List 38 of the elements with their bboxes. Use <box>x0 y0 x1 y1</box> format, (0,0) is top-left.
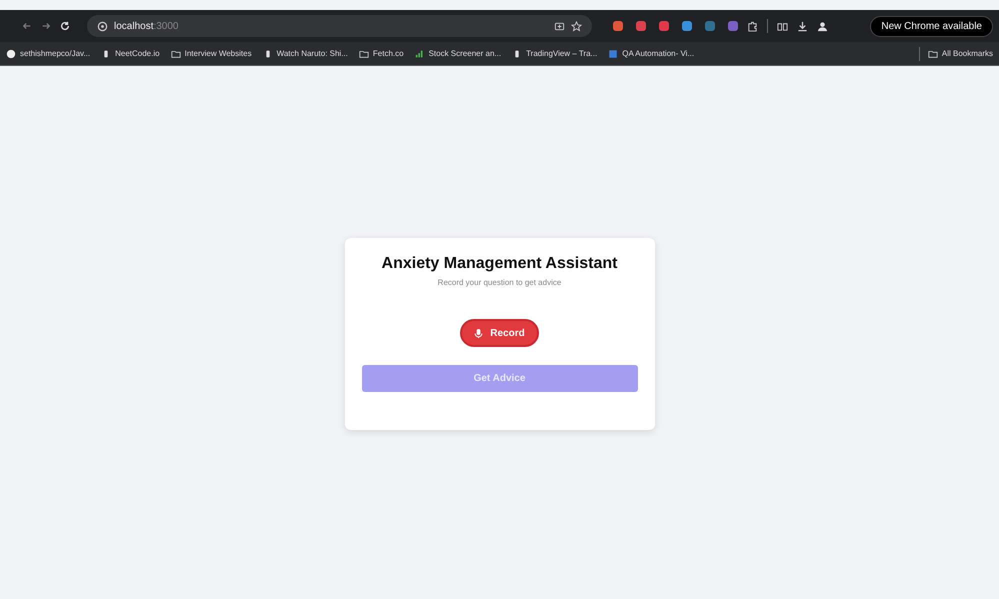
folder-icon <box>358 48 369 58</box>
bookmark-link[interactable]: Stock Screener an... <box>414 48 502 58</box>
folder-icon <box>170 48 181 58</box>
bookmark-link[interactable]: sethishmepco/Jav... <box>6 48 90 58</box>
address-bar[interactable]: localhost:3000 <box>87 15 592 37</box>
record-button[interactable]: Record <box>460 319 539 347</box>
extension-icon[interactable] <box>728 21 738 31</box>
bookmark-link[interactable]: TradingView – Tra... <box>512 48 598 58</box>
document-icon <box>608 48 618 58</box>
puzzle-icon[interactable] <box>747 20 758 32</box>
star-icon[interactable] <box>571 20 582 32</box>
extension-icon[interactable] <box>613 21 623 31</box>
forward-icon[interactable] <box>41 21 51 31</box>
microphone-icon <box>474 328 484 338</box>
folder-icon <box>928 48 938 58</box>
card-title: Anxiety Management Assistant <box>382 255 618 273</box>
back-icon[interactable] <box>22 21 32 31</box>
bookmark-link[interactable]: Interview Websites <box>170 48 252 58</box>
install-icon[interactable] <box>554 20 565 32</box>
bookmark-link[interactable]: Watch Naruto: Shi... <box>262 48 348 58</box>
extension-icon[interactable] <box>682 21 692 31</box>
update-chrome-button[interactable]: New Chrome available <box>870 16 993 36</box>
extension-icon[interactable] <box>636 21 646 31</box>
extension-icon[interactable] <box>659 21 669 31</box>
profile-icon[interactable] <box>817 20 828 32</box>
bar-chart-icon <box>414 48 425 58</box>
reader-icon[interactable] <box>777 20 788 32</box>
bookmark-link[interactable]: QA Automation- Vi... <box>608 48 694 58</box>
download-icon[interactable] <box>797 20 808 32</box>
site-info-icon[interactable] <box>97 20 108 32</box>
bookmark-link[interactable]: NeetCode.io <box>101 48 160 58</box>
bookmark-link[interactable]: Fetch.co <box>358 48 404 58</box>
card-subtitle: Record your question to get advice <box>438 278 562 287</box>
url-host: localhost <box>114 20 154 32</box>
url-port: :3000 <box>153 20 178 32</box>
reload-icon[interactable] <box>60 21 70 31</box>
extension-icon[interactable] <box>705 21 715 31</box>
all-bookmarks-link[interactable]: All Bookmarks <box>928 48 993 58</box>
